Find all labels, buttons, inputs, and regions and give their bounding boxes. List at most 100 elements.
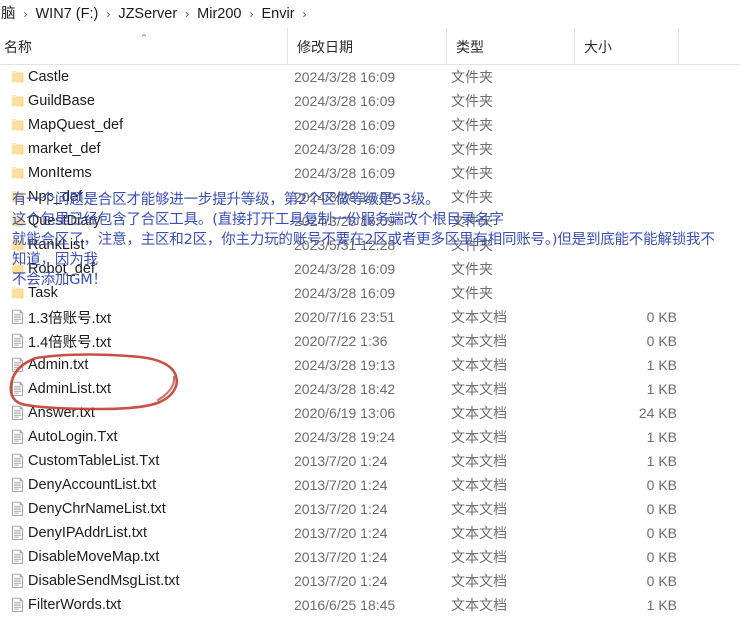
table-row[interactable]: CustomTableList.Txt 2013/7/20 1:24 文本文档 1 K…: [0, 449, 740, 473]
file-date-modified: 2024/3/28 19:13: [294, 357, 396, 373]
file-name: FilterWords.txt: [28, 597, 122, 613]
file-name: DenyChrNameList.txt: [28, 501, 166, 517]
table-row[interactable]: Answer.txt 2020/6/19 13:06 文本文档 24 KB: [0, 401, 740, 425]
breadcrumb-item-0[interactable]: 脑: [0, 0, 19, 28]
file-date-modified: 2013/7/20 1:24: [294, 549, 388, 565]
file-date-modified: 2024/3/28 16:09: [294, 165, 396, 181]
table-row[interactable]: GuildBase 2024/3/28 16:09 文件夹: [0, 89, 740, 113]
breadcrumb-item-1[interactable]: WIN7 (F:): [33, 0, 102, 28]
text-document-icon: [9, 477, 26, 493]
folder-icon: [9, 69, 26, 85]
column-header-date-modified[interactable]: 修改日期: [287, 28, 446, 65]
file-type: 文本文档: [451, 477, 507, 493]
file-name: Admin.txt: [28, 357, 89, 373]
file-name: CustomTableList.Txt: [28, 453, 160, 469]
file-type: 文本文档: [451, 501, 507, 517]
breadcrumb-item-3[interactable]: Mir200: [194, 0, 244, 28]
table-row[interactable]: Admin.txt 2024/3/28 19:13 文本文档 1 KB: [0, 353, 740, 377]
file-size: 1 KB: [646, 429, 677, 445]
file-size: 0 KB: [646, 477, 677, 493]
folder-icon: [9, 213, 26, 229]
file-date-modified: 2020/6/19 13:06: [294, 405, 396, 421]
file-size: 0 KB: [646, 525, 677, 541]
file-size: 0 KB: [646, 309, 677, 325]
folder-icon: [9, 189, 26, 205]
file-name: AutoLogin.Txt: [28, 429, 118, 445]
column-header-type[interactable]: 类型: [446, 28, 574, 65]
table-row[interactable]: DisableMoveMap.txt 2013/7/20 1:24 文本文档 0 KB: [0, 545, 740, 569]
text-document-icon: [9, 453, 26, 469]
file-date-modified: 2020/7/16 23:51: [294, 309, 396, 325]
file-name: DenyAccountList.txt: [28, 477, 157, 493]
breadcrumb-item-4[interactable]: Envir: [258, 0, 297, 28]
file-date-modified: 2024/3/28 16:09: [294, 69, 396, 85]
file-size: 0 KB: [646, 549, 677, 565]
sort-ascending-icon: ⌃: [139, 33, 149, 45]
file-type: 文件夹: [451, 261, 493, 277]
table-row[interactable]: DenyChrNameList.txt 2013/7/20 1:24 文本文档 0 K…: [0, 497, 740, 521]
file-type: 文件夹: [451, 213, 493, 229]
column-header-type-label: 类型: [456, 38, 484, 55]
file-type: 文本文档: [451, 597, 507, 613]
text-document-icon: [9, 333, 26, 349]
table-row[interactable]: AutoLogin.Txt 2024/3/28 19:24 文本文档 1 KB: [0, 425, 740, 449]
text-document-icon: [9, 573, 26, 589]
table-row[interactable]: 1.4倍账号.txt 2020/7/22 1:36 文本文档 0 KB: [0, 329, 740, 353]
file-type: 文本文档: [451, 357, 507, 373]
table-row[interactable]: 1.3倍账号.txt 2020/7/16 23:51 文本文档 0 KB: [0, 305, 740, 329]
column-header-row: 名称 ⌃ 修改日期 类型 大小: [0, 28, 740, 65]
folder-icon: [9, 237, 26, 253]
file-type: 文本文档: [451, 573, 507, 589]
file-type: 文本文档: [451, 453, 507, 469]
text-document-icon: [9, 357, 26, 373]
column-header-size-label: 大小: [584, 38, 612, 55]
breadcrumb[interactable]: 脑 › WIN7 (F:) › JZServer › Mir200 › Envir ›: [0, 0, 740, 28]
file-date-modified: 2024/3/28 18:42: [294, 381, 396, 397]
file-name: RankList: [28, 237, 85, 253]
file-type: 文本文档: [451, 525, 507, 541]
table-row[interactable]: QuestDiary 2024/3/28 16:09 文件夹: [0, 209, 740, 233]
breadcrumb-separator-icon: ›: [106, 7, 111, 21]
table-row[interactable]: Task 2024/3/28 16:09 文件夹: [0, 281, 740, 305]
file-date-modified: 2024/3/28 16:09: [294, 261, 396, 277]
table-row[interactable]: Robot_def 2024/3/28 16:09 文件夹: [0, 257, 740, 281]
table-row[interactable]: Castle 2024/3/28 16:09 文件夹: [0, 65, 740, 89]
file-name: DisableMoveMap.txt: [28, 549, 160, 565]
file-type: 文件夹: [451, 237, 493, 253]
file-type: 文本文档: [451, 381, 507, 397]
table-row[interactable]: AdminList.txt 2024/3/28 18:42 文本文档 1 KB: [0, 377, 740, 401]
table-row[interactable]: DenyIPAddrList.txt 2013/7/20 1:24 文本文档 0 KB: [0, 521, 740, 545]
file-type: 文件夹: [451, 141, 493, 157]
file-date-modified: 2024/3/28 19:24: [294, 429, 396, 445]
table-row[interactable]: FilterWords.txt 2016/6/25 18:45 文本文档 1 KB: [0, 593, 740, 617]
file-type: 文件夹: [451, 165, 493, 181]
folder-icon: [9, 141, 26, 157]
table-row[interactable]: MapQuest_def 2024/3/28 16:09 文件夹: [0, 113, 740, 137]
column-header-size[interactable]: 大小: [574, 28, 678, 65]
table-row[interactable]: RankList 2023/5/31 12:28 文件夹: [0, 233, 740, 257]
file-size: 0 KB: [646, 501, 677, 517]
file-name: 1.4倍账号.txt: [28, 334, 111, 351]
file-name: AdminList.txt: [28, 381, 111, 397]
breadcrumb-item-2[interactable]: JZServer: [115, 0, 180, 28]
file-list[interactable]: Castle 2024/3/28 16:09 文件夹 GuildBase 2024/3/…: [0, 65, 740, 617]
file-name: 1.3倍账号.txt: [28, 310, 111, 327]
text-document-icon: [9, 405, 26, 421]
file-date-modified: 2023/5/31 12:28: [294, 237, 396, 253]
folder-icon: [9, 117, 26, 133]
table-row[interactable]: MonItems 2024/3/28 16:09 文件夹: [0, 161, 740, 185]
file-name: MapQuest_def: [28, 117, 124, 133]
table-row[interactable]: DenyAccountList.txt 2013/7/20 1:24 文本文档 0 K…: [0, 473, 740, 497]
table-row[interactable]: DisableSendMsgList.txt 2013/7/20 1:24 文本文档…: [0, 569, 740, 593]
file-name: Answer.txt: [28, 405, 95, 421]
file-size: 1 KB: [646, 597, 677, 613]
table-row[interactable]: market_def 2024/3/28 16:09 文件夹: [0, 137, 740, 161]
file-name: market_def: [28, 141, 101, 157]
file-type: 文件夹: [451, 69, 493, 85]
file-date-modified: 2024/3/28 16:09: [294, 141, 396, 157]
table-row[interactable]: Npc_def 2024/3/28 16:09 文件夹: [0, 185, 740, 209]
file-date-modified: 2013/7/20 1:24: [294, 501, 388, 517]
file-date-modified: 2013/7/20 1:24: [294, 525, 388, 541]
file-date-modified: 2024/3/28 16:09: [294, 117, 396, 133]
file-name: MonItems: [28, 165, 92, 181]
